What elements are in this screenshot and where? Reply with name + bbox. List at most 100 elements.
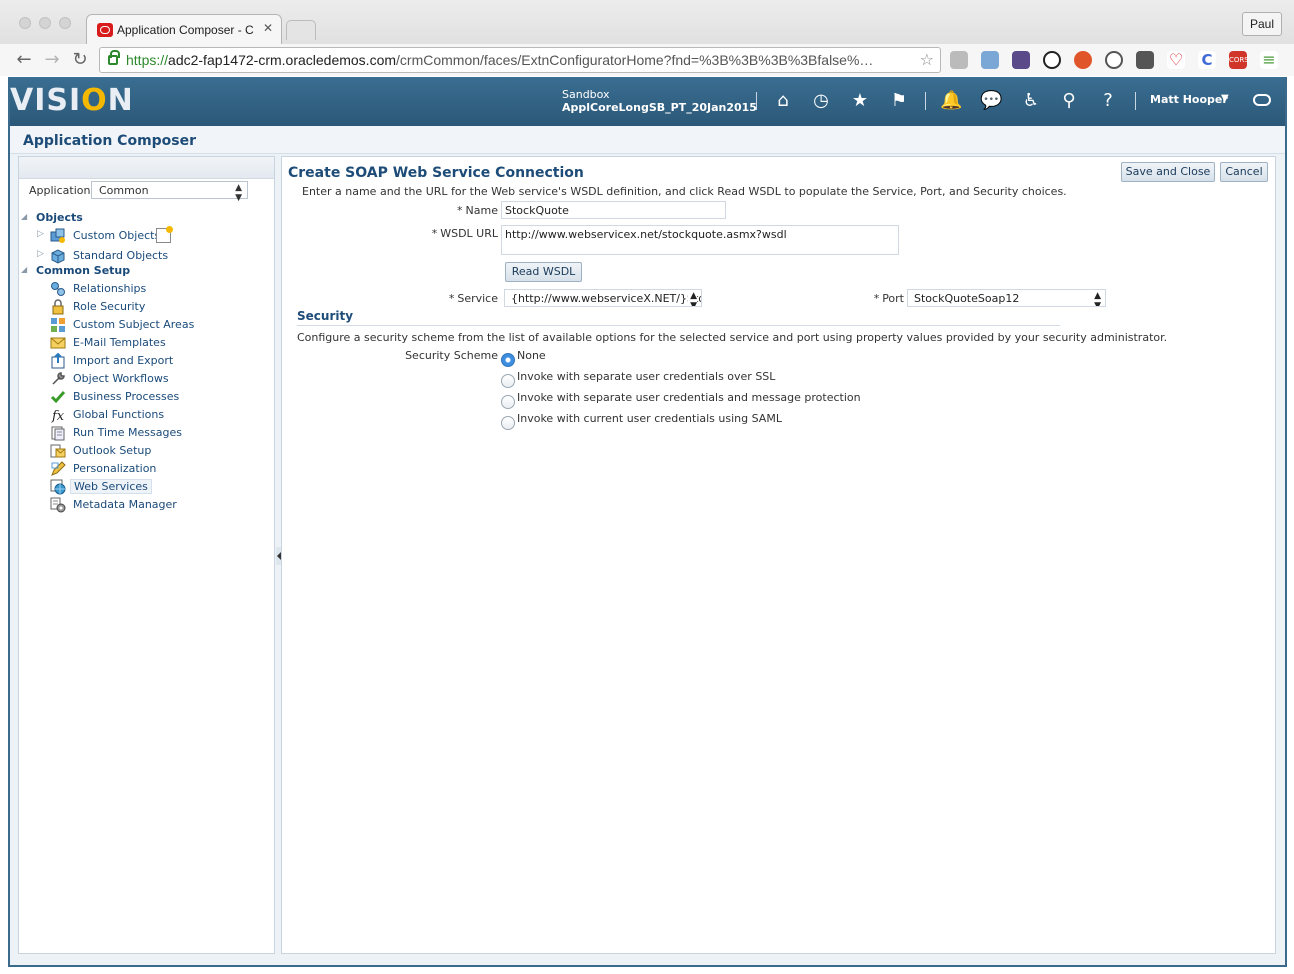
disclosure-icon[interactable]: ▷ — [37, 229, 44, 239]
address-bar[interactable]: https://adc2-fap1472-crm.oracledemos.com… — [99, 47, 941, 73]
messages-icon — [51, 426, 65, 441]
pocket-icon[interactable] — [1136, 51, 1154, 69]
sandbox-label: Sandbox — [562, 88, 610, 101]
radio-scheme-none[interactable] — [501, 353, 515, 367]
chat-icon[interactable]: 💬 — [980, 90, 1002, 112]
wrench-icon — [52, 372, 65, 385]
extension-icon[interactable] — [950, 51, 968, 69]
section-common-setup[interactable]: Common Setup — [36, 264, 130, 277]
service-select[interactable]: {http://www.webserviceX.NET/}Sto ▲ ▼ — [504, 289, 702, 307]
notifications-bell-icon[interactable]: 🔔 — [940, 90, 962, 112]
accessibility-icon[interactable]: ♿ — [1020, 90, 1042, 112]
navigator-panel: Application Common ▲ ▼ ◢ Objects ▷ Custom… — [18, 156, 275, 954]
favorites-star-icon[interactable]: ★ — [849, 90, 871, 112]
lock-icon — [108, 50, 120, 65]
create-custom-object-icon[interactable] — [156, 226, 173, 243]
radio-scheme-ssl[interactable] — [501, 374, 515, 388]
security-section-title: Security — [297, 309, 354, 323]
radio-scheme-message-protection[interactable] — [501, 395, 515, 409]
application-label: Application — [29, 184, 91, 197]
checkmark-icon — [50, 391, 66, 404]
radio-label[interactable]: Invoke with current user credentials usi… — [517, 412, 782, 425]
function-icon: fx — [51, 409, 65, 423]
standard-objects-icon — [51, 249, 65, 264]
security-description: Configure a security scheme from the lis… — [297, 331, 1168, 344]
home-icon[interactable]: ⌂ — [772, 90, 794, 112]
vision-logo[interactable]: VISION — [10, 83, 134, 118]
header-separator — [925, 92, 926, 110]
custom-objects-icon — [50, 228, 65, 243]
flag-icon[interactable]: ⚑ — [888, 90, 910, 112]
security-scheme-label: Security Scheme — [405, 349, 498, 362]
extension-icon[interactable] — [1012, 51, 1030, 69]
header-separator — [1135, 92, 1136, 110]
app-title-bar: Application Composer — [10, 126, 1285, 154]
page-title: Application Composer — [23, 133, 197, 149]
outlook-icon — [50, 444, 66, 458]
radio-label[interactable]: None — [517, 349, 546, 362]
radio-scheme-saml[interactable] — [501, 416, 515, 430]
chevron-down-icon[interactable]: ▼ — [1221, 93, 1229, 104]
expand-triangle-icon[interactable]: ◢ — [21, 265, 27, 274]
navigator-header — [19, 157, 274, 179]
help-icon[interactable]: ? — [1097, 90, 1119, 112]
read-wsdl-button[interactable]: Read WSDL — [505, 262, 582, 282]
recent-items-icon[interactable]: ◷ — [810, 90, 832, 112]
subject-areas-icon — [51, 318, 65, 332]
reload-icon[interactable]: ↻ — [69, 49, 91, 70]
zoom-window-button[interactable] — [59, 17, 71, 29]
user-menu[interactable]: Matt Hooper — [1150, 93, 1228, 106]
section-divider — [297, 325, 1060, 326]
wsdl-url-input[interactable]: http://www.webservicex.net/stockquote.as… — [501, 225, 899, 255]
select-arrow-icon: ▲ ▼ — [235, 183, 242, 203]
name-label: * Name — [457, 204, 498, 217]
section-objects[interactable]: Objects — [36, 211, 83, 224]
lock-icon — [52, 299, 64, 315]
cancel-button[interactable]: Cancel — [1220, 162, 1268, 182]
bookmark-star-icon[interactable]: ☆ — [920, 50, 934, 69]
search-icon[interactable]: ⚲ — [1058, 90, 1080, 112]
menu-icon[interactable]: ≡ — [1260, 51, 1278, 69]
extension-icon[interactable] — [1043, 51, 1061, 69]
web-services-icon — [50, 479, 66, 495]
save-and-close-button[interactable]: Save and Close — [1121, 162, 1215, 182]
browser-chrome: Application Composer - C ✕ Paul ← → ↻ ht… — [0, 0, 1294, 76]
new-tab-button[interactable] — [286, 20, 316, 40]
sign-out-icon[interactable] — [1253, 94, 1271, 106]
port-label: * Port — [873, 292, 904, 305]
email-icon — [50, 337, 66, 349]
forward-icon[interactable]: → — [41, 49, 63, 70]
disclosure-icon[interactable]: ▷ — [37, 249, 44, 259]
application-select[interactable]: Common ▲ ▼ — [91, 181, 248, 203]
close-window-button[interactable] — [19, 17, 31, 29]
back-icon[interactable]: ← — [13, 49, 35, 70]
extension-icon[interactable]: C — [1198, 51, 1216, 69]
cors-extension-icon[interactable]: CORS — [1229, 51, 1249, 69]
minimize-window-button[interactable] — [39, 17, 51, 29]
instructions-text: Enter a name and the URL for the Web ser… — [302, 185, 1067, 198]
radio-label[interactable]: Invoke with separate user credentials an… — [517, 391, 861, 404]
folder-extension-icon[interactable] — [981, 51, 999, 69]
metadata-manager-icon — [50, 497, 66, 513]
main-panel: Create SOAP Web Service Connection Enter… — [281, 156, 1276, 954]
wsdl-url-label: * WSDL URL — [431, 227, 498, 240]
tab-close-icon[interactable]: ✕ — [263, 21, 273, 35]
header-separator — [756, 92, 757, 110]
select-arrow-icon: ▲ ▼ — [1092, 291, 1101, 306]
navigation-bar: ← → ↻ https://adc2-fap1472-crm.oracledem… — [0, 44, 1294, 76]
url-text: https://adc2-fap1472-crm.oracledemos.com… — [126, 52, 874, 68]
port-select[interactable]: StockQuoteSoap12 ▲ ▼ — [907, 289, 1106, 307]
extension-icon[interactable] — [1105, 51, 1123, 69]
app-header: VISION Sandbox ApplCoreLongSB_PT_20Jan20… — [10, 77, 1285, 126]
profile-button[interactable]: Paul — [1242, 12, 1282, 36]
sandbox-name[interactable]: ApplCoreLongSB_PT_20Jan2015 — [562, 101, 757, 114]
extension-icon[interactable] — [1074, 51, 1092, 69]
name-input[interactable]: StockQuote — [501, 201, 726, 219]
browser-tab[interactable]: Application Composer - C ✕ — [86, 14, 282, 44]
radio-label[interactable]: Invoke with separate user credentials ov… — [517, 370, 775, 383]
expand-triangle-icon[interactable]: ◢ — [21, 212, 27, 221]
app-frame: VISION Sandbox ApplCoreLongSB_PT_20Jan20… — [8, 77, 1287, 967]
heart-icon[interactable]: ♡ — [1167, 51, 1185, 69]
relationships-icon — [51, 282, 65, 296]
svg-text:fx: fx — [51, 409, 65, 423]
